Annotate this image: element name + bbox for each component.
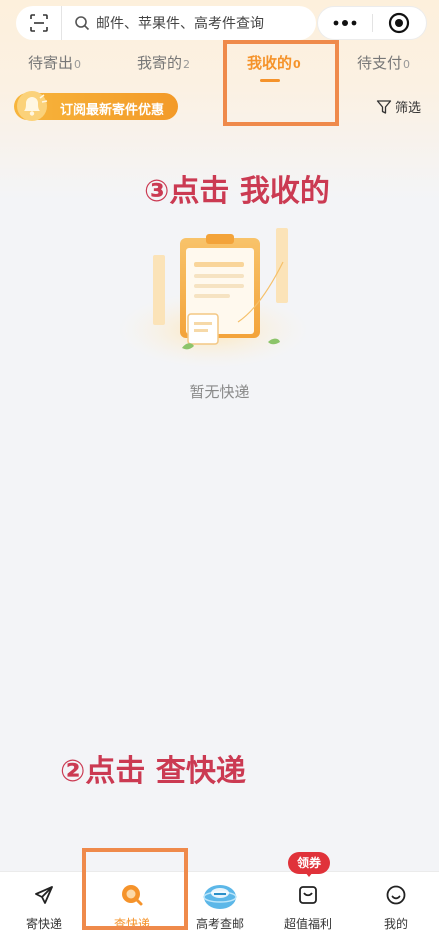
subscribe-promo-button[interactable]: 订阅最新寄件优惠 — [14, 91, 178, 121]
empty-state-illustration — [118, 228, 308, 368]
tab-label: 待寄出 — [28, 54, 74, 72]
search-icon — [74, 15, 90, 31]
filter-icon — [376, 99, 392, 114]
bottom-navigation: 寄快递 查快递 高考查邮 超值福利 我的 — [0, 871, 439, 934]
more-icon[interactable] — [318, 7, 372, 39]
tab-count: 0 — [403, 58, 411, 71]
nav-label: 寄快递 — [25, 917, 62, 931]
filter-button[interactable]: 筛选 — [376, 97, 421, 116]
nav-label: 我的 — [383, 917, 408, 931]
highlight-box-tab — [223, 40, 339, 126]
tab-bar: 待寄出0 我寄的2 我收的0 待支付0 — [0, 52, 439, 82]
search-bar[interactable]: 邮件、苹果件、高考件查询 — [16, 6, 316, 40]
tab-pending-pay[interactable]: 待支付0 — [357, 52, 410, 73]
tab-label: 我寄的 — [137, 54, 183, 72]
empty-state-text: 暂无快递 — [189, 383, 250, 401]
highlight-box-nav — [82, 848, 188, 930]
filter-label: 筛选 — [395, 101, 422, 116]
annotation-step3: ③点击 我收的 — [144, 174, 330, 209]
tab-sent[interactable]: 我寄的2 — [137, 52, 190, 73]
tab-count: 2 — [183, 58, 191, 71]
tab-label: 待支付 — [357, 54, 403, 72]
annotation-step2: ②点击 查快递 — [60, 754, 246, 789]
nav-send-express[interactable]: 寄快递 — [0, 872, 88, 934]
miniprogram-capsule — [317, 6, 427, 40]
bell-icon — [17, 91, 48, 121]
coupon-badge[interactable]: 领券 — [288, 852, 330, 877]
close-target-icon[interactable] — [372, 7, 426, 39]
nav-label: 超值福利 — [283, 917, 332, 931]
smiley-icon — [384, 883, 408, 907]
nav-mine[interactable]: 我的 — [352, 872, 439, 934]
search-input[interactable]: 邮件、苹果件、高考件查询 — [96, 13, 264, 33]
tab-count: 0 — [74, 58, 82, 71]
send-plane-icon — [32, 883, 56, 907]
scan-icon[interactable] — [16, 6, 62, 40]
tab-pending-send[interactable]: 待寄出0 — [28, 52, 81, 73]
nav-gaokao-mail[interactable]: 高考查邮 — [176, 872, 264, 934]
nav-welfare[interactable]: 超值福利 — [264, 872, 352, 934]
gaokao-globe-icon — [203, 883, 237, 911]
gift-box-icon — [296, 883, 320, 907]
subscribe-label: 订阅最新寄件优惠 — [60, 103, 165, 118]
nav-label: 高考查邮 — [195, 917, 244, 931]
